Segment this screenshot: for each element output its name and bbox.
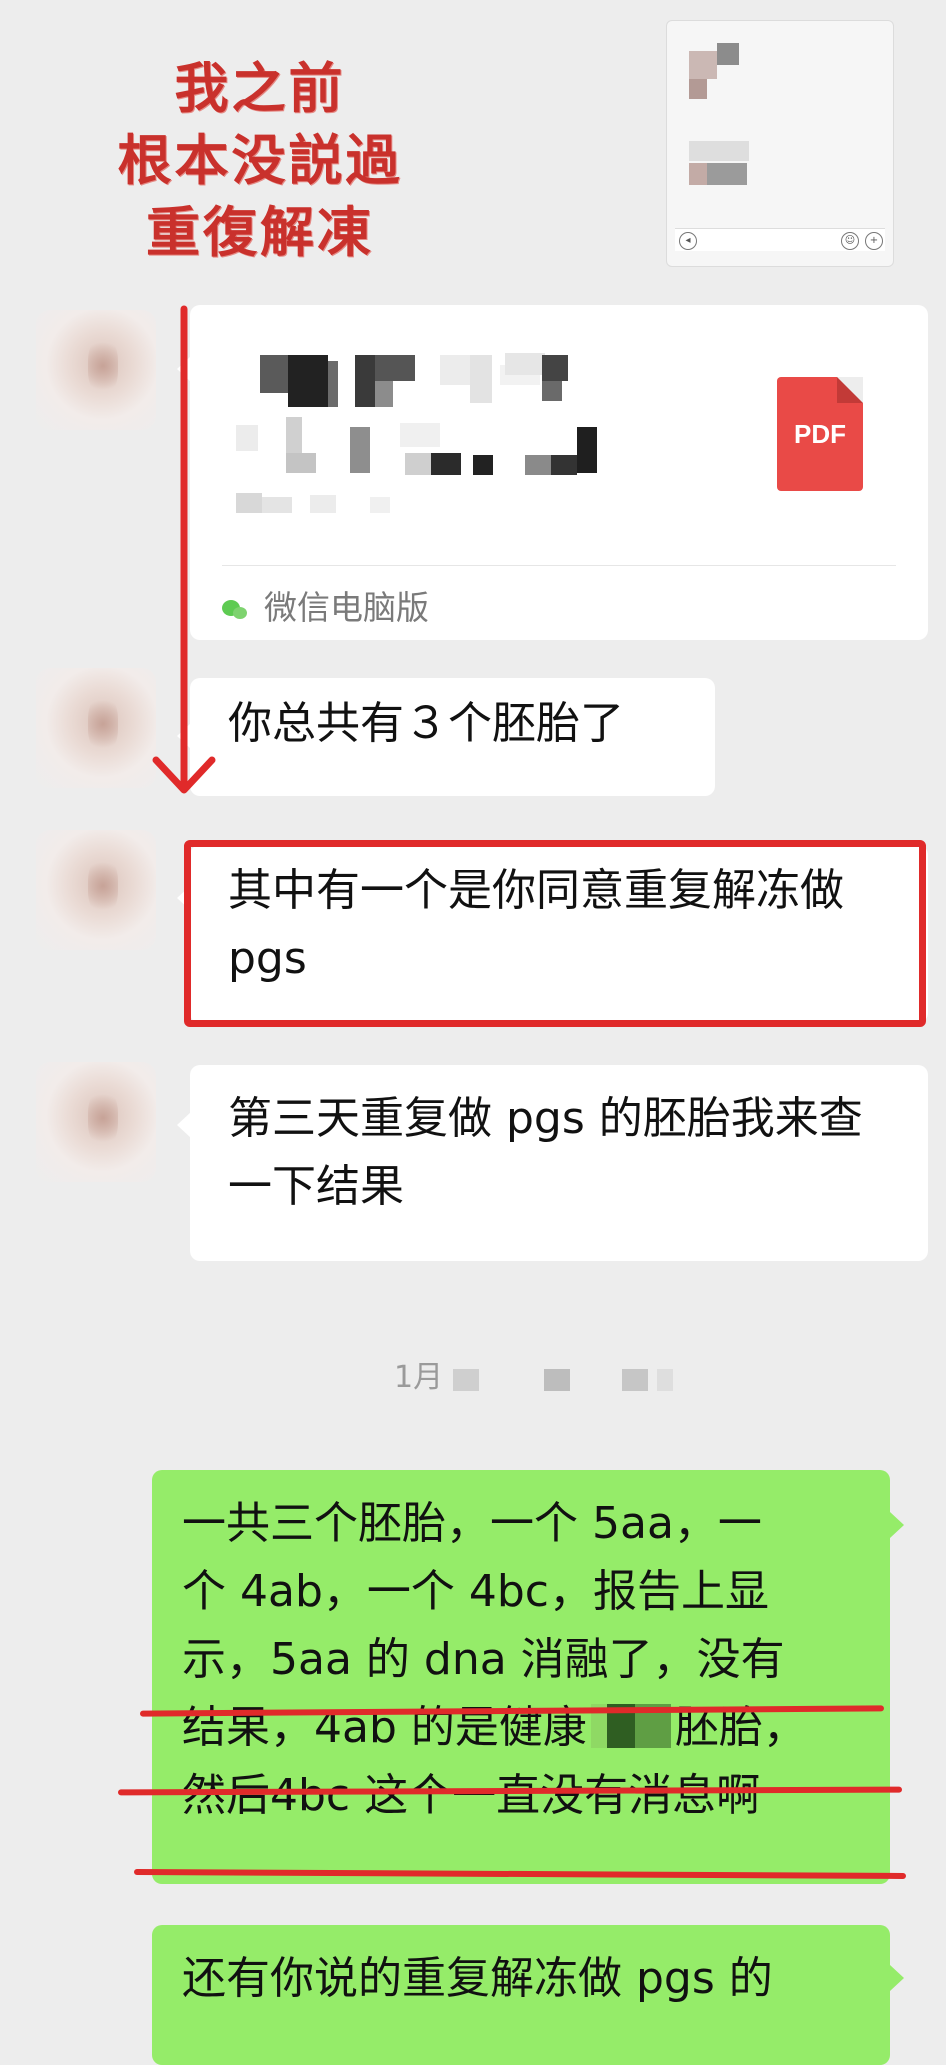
message-line: 然后4bc 这个一直没有消息啊: [182, 1770, 761, 1821]
bubble-tail: [177, 1112, 191, 1138]
file-message[interactable]: PDF 微信电脑版: [190, 305, 928, 640]
timestamp: 1月: [394, 1352, 674, 1396]
avatar: [36, 310, 156, 430]
bubble-tail: [890, 1965, 904, 1991]
highlight-box: [184, 840, 926, 1027]
annotation-line-3: 重復解凍: [146, 200, 374, 264]
file-source-label: 微信电脑版: [264, 588, 429, 627]
message-text: 还有你说的重复解冻做 pgs 的: [182, 1953, 773, 2004]
message-bubble[interactable]: 第三天重复做 pgs 的胚胎我来查一下结果: [190, 1065, 928, 1261]
sent-message-bubble[interactable]: 还有你说的重复解冻做 pgs 的: [152, 1925, 890, 2065]
avatar: [36, 830, 156, 950]
annotation-text: 我之前 根本没説過 重復解凍: [90, 52, 430, 268]
annotation-line-2: 根本没説過: [117, 128, 403, 192]
voice-icon: ◂: [679, 232, 697, 250]
message-line: 结果，4ab 的是健康 胚胎，: [182, 1694, 866, 1762]
message-text: 第三天重复做 pgs 的胚胎我来查一下结果: [228, 1093, 863, 1212]
plus-icon: +: [865, 232, 883, 250]
bubble-tail: [890, 1512, 904, 1538]
card-divider: [222, 565, 896, 566]
timestamp-text: 1月: [394, 1360, 444, 1395]
inset-screenshot: ◂ ☺ +: [666, 20, 894, 267]
annotation-line-1: 我之前: [174, 56, 346, 120]
wechat-icon: [222, 598, 250, 622]
avatar: [36, 668, 156, 788]
message-line: 示，5aa 的 dna 消融了，没有: [182, 1634, 785, 1685]
message-line: 个 4ab，一个 4bc，报告上显: [182, 1566, 769, 1617]
pdf-icon: PDF: [777, 377, 863, 491]
file-source: 微信电脑版: [222, 583, 429, 633]
message-line: 一共三个胚胎，一个 5aa，一: [182, 1498, 762, 1549]
annotation-arrow: [152, 305, 216, 794]
emoji-icon: ☺: [841, 232, 859, 250]
message-bubble[interactable]: 你总共有３个胚胎了: [190, 678, 715, 796]
avatar: [36, 1062, 156, 1182]
inset-input-bar: ◂ ☺ +: [675, 228, 885, 251]
message-text: 你总共有３个胚胎了: [228, 698, 624, 749]
sent-message-bubble[interactable]: 一共三个胚胎，一个 5aa，一 个 4ab，一个 4bc，报告上显 示，5aa …: [152, 1470, 890, 1884]
